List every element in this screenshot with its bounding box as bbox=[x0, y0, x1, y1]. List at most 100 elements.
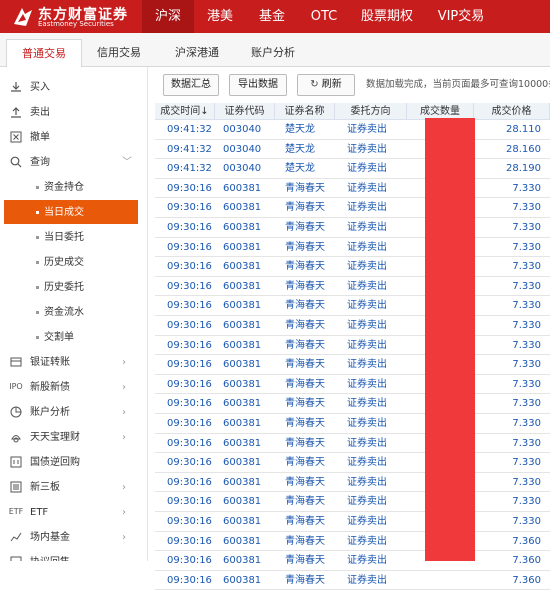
table-row[interactable]: 09:30:16 600381 青海春天 证券卖出 7.330 bbox=[155, 355, 550, 375]
cell-code: 003040 bbox=[223, 143, 262, 155]
table-row[interactable]: 09:30:16 600381 青海春天 证券卖出 7.330 bbox=[155, 316, 550, 336]
table-row[interactable]: 09:30:16 600381 青海春天 证券卖出 7.330 bbox=[155, 336, 550, 356]
logo-icon bbox=[14, 8, 32, 26]
table-row[interactable]: 09:30:16 600381 青海春天 证券卖出 7.330 bbox=[155, 375, 550, 395]
table-row[interactable]: 09:30:16 600381 青海春天 证券卖出 7.330 bbox=[155, 238, 550, 258]
table-row[interactable]: 09:30:16 600381 青海春天 证券卖出 7.330 bbox=[155, 277, 550, 297]
tab-normal-trade[interactable]: 普通交易 bbox=[6, 39, 82, 68]
chevron-right-icon: › bbox=[122, 507, 126, 518]
refresh-button[interactable]: ↻ 刷新 bbox=[297, 74, 355, 96]
sidebar-item-ipo[interactable]: IPO 新股新债 › bbox=[0, 375, 148, 400]
cell-name: 青海春天 bbox=[285, 202, 325, 214]
col-header-direction[interactable]: 委托方向 bbox=[335, 103, 407, 120]
table-row[interactable]: 09:30:16 600381 青海春天 证券卖出 7.330 bbox=[155, 414, 550, 434]
table-row[interactable]: 09:30:16 600381 青海春天 证券卖出 7.330 bbox=[155, 453, 550, 473]
tab-account-analysis[interactable]: 账户分析 bbox=[238, 39, 308, 67]
col-header-name[interactable]: 证券名称 bbox=[275, 103, 335, 120]
table-row[interactable]: 09:30:16 600381 青海春天 证券卖出 7.330 bbox=[155, 179, 550, 199]
bullet-icon bbox=[36, 311, 39, 314]
sidebar-item-label: ETF bbox=[30, 507, 49, 518]
cell-time: 09:30:16 bbox=[167, 476, 212, 488]
cell-direction: 证券卖出 bbox=[347, 202, 387, 214]
main-tab-otc[interactable]: OTC bbox=[298, 0, 350, 33]
sidebar-item-neeq[interactable]: 新三板 › bbox=[0, 475, 148, 500]
cell-code: 600381 bbox=[223, 574, 262, 586]
table-row[interactable]: 09:41:32 003040 楚天龙 证券卖出 28.190 bbox=[155, 159, 550, 179]
sidebar-sub-settlement[interactable]: 交割单 bbox=[0, 325, 148, 350]
sidebar-item-wealth[interactable]: 天天宝理财 › bbox=[0, 425, 148, 450]
status-text: 数据加载完成，当前页面最多可查询10000条 bbox=[366, 79, 550, 90]
table-row[interactable]: 09:41:32 003040 楚天龙 证券卖出 28.160 bbox=[155, 140, 550, 160]
main-tab-hushen[interactable]: 沪深 bbox=[142, 0, 194, 33]
cell-name: 青海春天 bbox=[285, 437, 325, 449]
sidebar-item-exchange-fund[interactable]: 场内基金 › bbox=[0, 525, 148, 550]
sidebar-item-label: 新三板 bbox=[30, 482, 60, 493]
cell-direction: 证券卖出 bbox=[347, 516, 387, 527]
cell-time: 09:30:16 bbox=[167, 222, 212, 233]
table-row[interactable]: 09:30:16 600381 青海春天 证券卖出 7.330 bbox=[155, 296, 550, 316]
table-row[interactable]: 09:30:16 600381 青海春天 证券卖出 7.330 bbox=[155, 218, 550, 238]
cell-time: 09:30:16 bbox=[167, 339, 212, 351]
tab-stock-connect[interactable]: 沪深港通 bbox=[160, 39, 234, 67]
fund-icon bbox=[10, 532, 22, 542]
sidebar-sub-history-deals[interactable]: 历史成交 bbox=[0, 250, 148, 275]
col-header-time[interactable]: 成交时间↓ bbox=[155, 103, 215, 120]
main-tab-options[interactable]: 股票期权 bbox=[350, 0, 424, 33]
sidebar-sub-cash-flow[interactable]: 资金流水 bbox=[0, 300, 148, 325]
sidebar-sub-label: 资金持仓 bbox=[44, 182, 84, 193]
table-row[interactable]: 09:30:16 600381 青海春天 证券卖出 7.330 bbox=[155, 198, 550, 218]
table-row[interactable]: 09:30:16 600381 青海春天 证券卖出 7.360 bbox=[155, 532, 550, 552]
sidebar-item-reverse-repo[interactable]: 国债逆回购 bbox=[0, 450, 148, 475]
sidebar-item-query[interactable]: 查询 ﹀ bbox=[0, 150, 148, 175]
sidebar-sub-today-orders[interactable]: 当日委托 bbox=[0, 225, 148, 250]
sidebar-sub-today-deals[interactable]: 当日成交 bbox=[4, 200, 138, 224]
cell-direction: 证券卖出 bbox=[347, 457, 387, 469]
sidebar-item-etf[interactable]: ETF ETF › bbox=[0, 500, 148, 525]
table-row[interactable]: 09:30:16 600381 青海春天 证券卖出 7.330 bbox=[155, 434, 550, 454]
summary-button[interactable]: 数据汇总 bbox=[163, 74, 219, 96]
sidebar-item-sell[interactable]: 卖出 bbox=[0, 100, 148, 125]
ipo-icon: IPO bbox=[9, 382, 23, 391]
table-row[interactable]: 09:30:16 600381 青海春天 证券卖出 7.330 bbox=[155, 257, 550, 277]
col-header-price[interactable]: 成交价格 bbox=[474, 103, 550, 120]
sidebar-item-resale[interactable]: 协议回售 bbox=[0, 550, 148, 561]
chevron-right-icon: › bbox=[122, 482, 126, 493]
cell-name: 青海春天 bbox=[285, 476, 325, 488]
cell-name: 楚天龙 bbox=[285, 143, 315, 155]
brand-logo: 东方财富证券 Eastmoney Securities bbox=[4, 2, 140, 31]
bullet-icon bbox=[36, 186, 39, 189]
cell-name: 青海春天 bbox=[285, 339, 325, 351]
table-row[interactable]: 09:30:16 600381 青海春天 证券卖出 7.360 bbox=[155, 571, 550, 590]
col-header-code[interactable]: 证券代码 bbox=[215, 103, 275, 120]
cell-direction: 证券卖出 bbox=[347, 124, 387, 135]
sidebar-item-buy[interactable]: 买入 bbox=[0, 75, 148, 100]
cell-time: 09:30:16 bbox=[167, 359, 212, 371]
sidebar-item-cancel[interactable]: 撤单 bbox=[0, 125, 148, 150]
cell-direction: 证券卖出 bbox=[347, 261, 387, 273]
sidebar-sub-positions[interactable]: 资金持仓 bbox=[0, 175, 148, 200]
cell-direction: 证券卖出 bbox=[347, 182, 387, 194]
table-row[interactable]: 09:30:16 600381 青海春天 证券卖出 7.330 bbox=[155, 394, 550, 414]
cell-direction: 证券卖出 bbox=[347, 437, 387, 449]
table-row[interactable]: 09:30:16 600381 青海春天 证券卖出 7.330 bbox=[155, 473, 550, 493]
export-button[interactable]: 导出数据 bbox=[229, 74, 287, 96]
main-tab-vip[interactable]: VIP交易 bbox=[424, 0, 498, 33]
chevron-right-icon: › bbox=[122, 532, 126, 543]
main-tab-fund[interactable]: 基金 bbox=[246, 0, 298, 33]
table-row[interactable]: 09:41:32 003040 楚天龙 证券卖出 28.110 bbox=[155, 120, 550, 140]
cell-name: 青海春天 bbox=[285, 300, 325, 312]
sidebar-sub-history-orders[interactable]: 历史委托 bbox=[0, 275, 148, 300]
sidebar-item-label: 协议回售 bbox=[30, 550, 70, 561]
cell-name: 青海春天 bbox=[285, 378, 325, 390]
cell-time: 09:30:16 bbox=[167, 202, 212, 214]
sidebar-item-account-analysis[interactable]: 账户分析 › bbox=[0, 400, 148, 425]
sidebar-item-bank-transfer[interactable]: 银证转账 › bbox=[0, 350, 148, 375]
tab-credit-trade[interactable]: 信用交易 bbox=[84, 39, 154, 67]
table-row[interactable]: 09:30:16 600381 青海春天 证券卖出 7.330 bbox=[155, 512, 550, 532]
chevron-right-icon: › bbox=[122, 407, 126, 418]
cell-time: 09:30:16 bbox=[167, 378, 212, 390]
main-tab-hk-us[interactable]: 港美 bbox=[194, 0, 246, 33]
brand-name-en: Eastmoney Securities bbox=[38, 20, 114, 28]
table-row[interactable]: 09:30:16 600381 青海春天 证券卖出 7.330 bbox=[155, 492, 550, 512]
neeq-icon bbox=[10, 481, 22, 493]
